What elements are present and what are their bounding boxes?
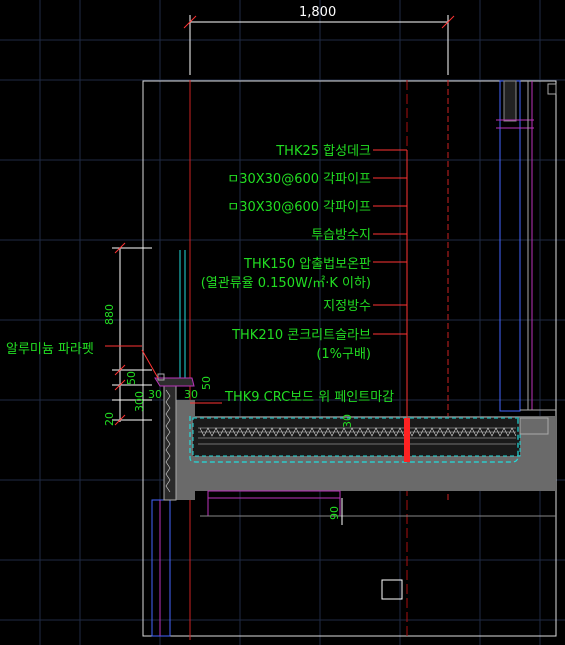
dim-30-b: 30: [184, 388, 198, 401]
layer-label-7b: (1%구배): [316, 347, 371, 362]
layer-label-8: THK9 CRC보드 위 페인트마감: [224, 390, 394, 405]
dim-20: 20: [103, 412, 116, 426]
dim-50-right: 50: [200, 376, 213, 390]
top-dimension-text: 1,800: [299, 5, 336, 20]
layer-labels: THK25 합성데크 ㅁ30X30@600 각파이프 ㅁ30X30@600 각파…: [201, 144, 394, 405]
cad-detail-drawing: 1,800 880 50 300 20 30 30 50 30 90 알루미늄 …: [0, 0, 565, 645]
dim-30-slab: 30: [341, 414, 354, 428]
layer-label-1: THK25 합성데크: [275, 144, 371, 159]
layer-label-7: THK210 콘크리트슬라브: [231, 328, 371, 343]
layer-label-5b: (열관류율 0.150W/㎡·K 이하): [201, 276, 371, 291]
roof-slab: [175, 400, 556, 500]
layer-label-2: ㅁ30X30@600 각파이프: [227, 172, 371, 187]
dim-50-left: 50: [125, 371, 138, 385]
layer-label-4: 투습방수지: [311, 228, 371, 243]
marker-square: [381, 579, 403, 600]
left-dimensions: [112, 242, 152, 426]
right-wall: [496, 80, 557, 412]
dim-880: 880: [103, 304, 116, 325]
background-grid: [0, 0, 565, 645]
layer-label-5: THK150 압출법보온판: [243, 257, 371, 272]
layer-label-3: ㅁ30X30@600 각파이프: [227, 200, 371, 215]
dim-90: 90: [328, 506, 341, 520]
layer-label-6: 지정방수: [323, 299, 371, 314]
ceiling: [151, 490, 556, 637]
parapet-label: 알루미늄 파라펫: [6, 342, 94, 357]
dim-300: 300: [133, 391, 146, 412]
leader-lines: [190, 149, 410, 462]
dim-30-a: 30: [148, 388, 162, 401]
